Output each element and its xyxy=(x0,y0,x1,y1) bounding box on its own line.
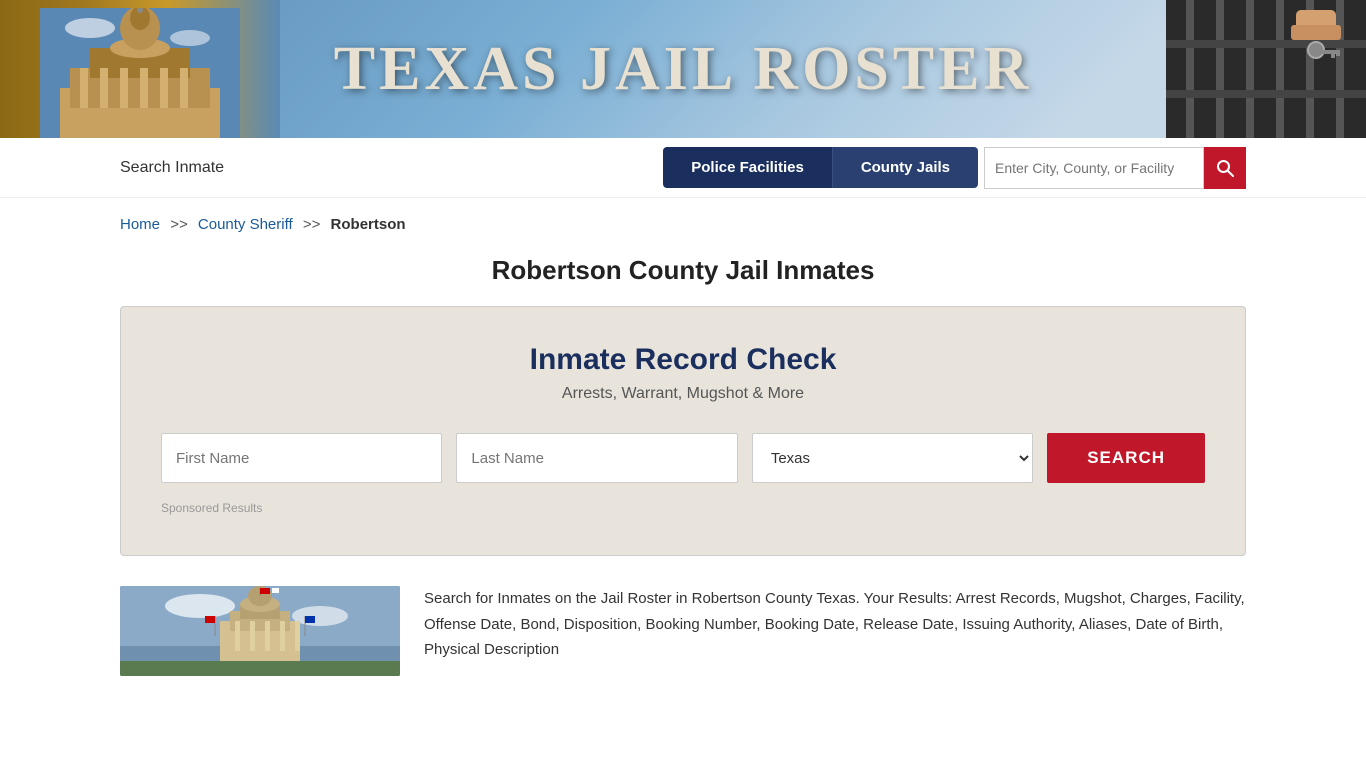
facility-search-button[interactable] xyxy=(1204,147,1246,189)
search-icon xyxy=(1216,159,1234,177)
state-select[interactable]: AlabamaAlaskaArizonaArkansasCaliforniaCo… xyxy=(752,433,1033,483)
county-jails-button[interactable]: County Jails xyxy=(832,147,978,188)
capitol-illustration xyxy=(40,8,240,138)
record-check-form: AlabamaAlaskaArizonaArkansasCaliforniaCo… xyxy=(161,433,1205,483)
breadcrumb-sep1: >> xyxy=(170,216,188,233)
banner-title: Texas Jail Roster xyxy=(334,34,1033,105)
record-check-subtitle: Arrests, Warrant, Mugshot & More xyxy=(161,385,1205,403)
bottom-image xyxy=(120,586,400,676)
search-inmate-label: Search Inmate xyxy=(120,159,224,177)
police-facilities-button[interactable]: Police Facilities xyxy=(663,147,832,188)
bottom-description: Search for Inmates on the Jail Roster in… xyxy=(424,586,1246,676)
navbar: Search Inmate Police Facilities County J… xyxy=(0,138,1366,198)
breadcrumb: Home >> County Sheriff >> Robertson xyxy=(0,198,1366,245)
last-name-input[interactable] xyxy=(456,433,737,483)
record-check-title: Inmate Record Check xyxy=(161,343,1205,377)
breadcrumb-sep2: >> xyxy=(303,216,321,233)
banner-right-illustration xyxy=(1166,0,1366,138)
first-name-input[interactable] xyxy=(161,433,442,483)
breadcrumb-current: Robertson xyxy=(331,216,406,233)
nav-search-wrap xyxy=(984,147,1246,189)
page-title: Robertson County Jail Inmates xyxy=(0,245,1366,306)
search-button[interactable]: SEARCH xyxy=(1047,433,1205,483)
facility-search-input[interactable] xyxy=(984,147,1204,189)
header-banner: Texas Jail Roster xyxy=(0,0,1366,138)
bottom-content: Search for Inmates on the Jail Roster in… xyxy=(0,586,1366,676)
breadcrumb-county-sheriff[interactable]: County Sheriff xyxy=(198,216,293,233)
record-check-box: Inmate Record Check Arrests, Warrant, Mu… xyxy=(120,306,1246,556)
sponsored-results-label: Sponsored Results xyxy=(161,501,1205,515)
breadcrumb-home[interactable]: Home xyxy=(120,216,160,233)
nav-right: Police Facilities County Jails xyxy=(663,147,1246,189)
